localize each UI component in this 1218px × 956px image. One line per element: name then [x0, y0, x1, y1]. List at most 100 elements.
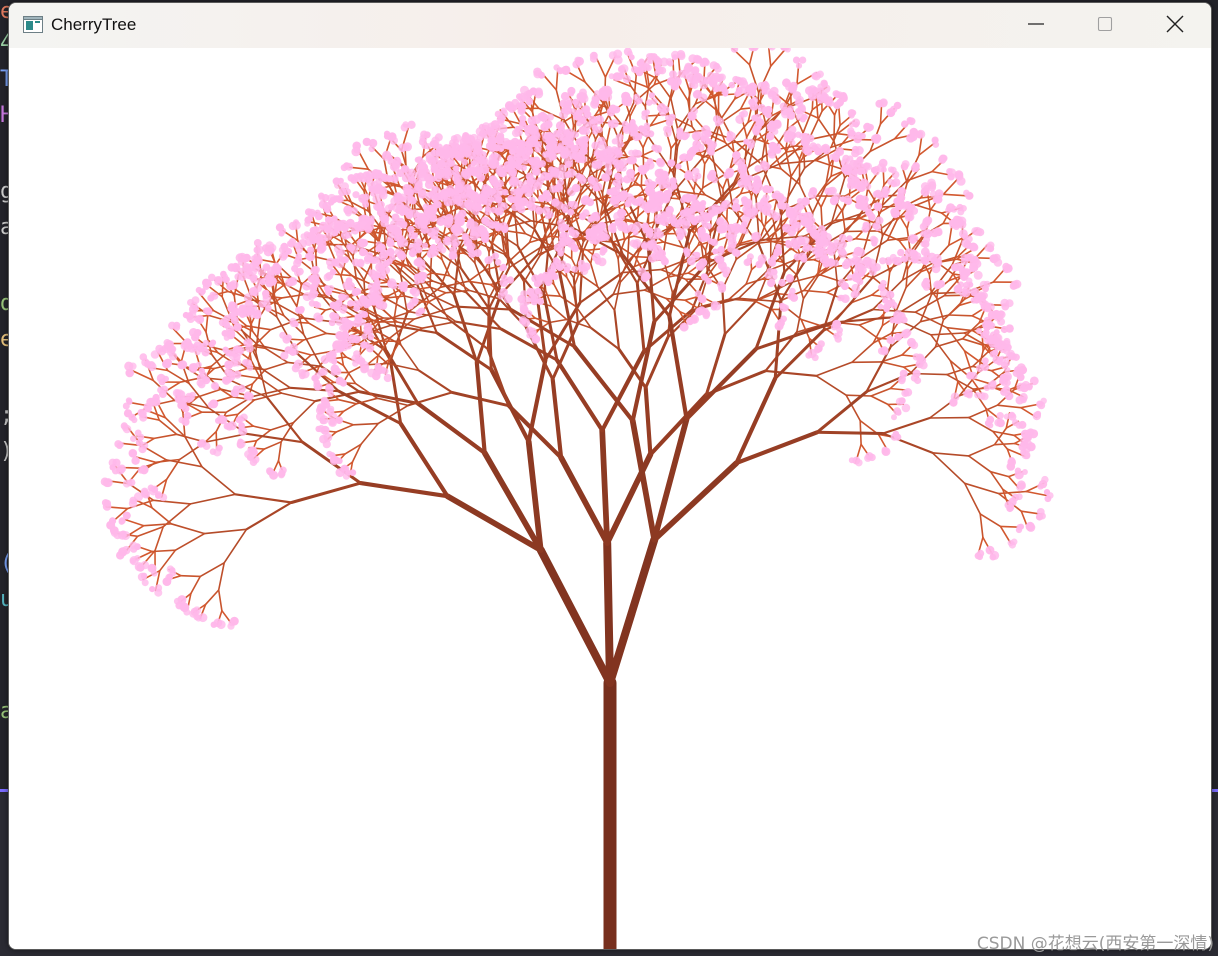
- blossom: [333, 456, 341, 464]
- blossom: [614, 172, 622, 181]
- tree-branch: [979, 513, 1002, 528]
- blossom: [199, 371, 208, 379]
- blossom: [185, 393, 195, 403]
- blossom: [493, 194, 502, 203]
- blossom: [421, 142, 429, 150]
- blossom: [881, 185, 891, 195]
- blossom: [307, 292, 316, 301]
- blossom: [712, 248, 719, 255]
- blossom: [818, 247, 828, 257]
- blossom: [785, 210, 794, 219]
- blossom: [581, 138, 588, 145]
- blossom: [725, 232, 732, 240]
- blossom: [904, 211, 913, 219]
- blossom: [901, 201, 908, 208]
- blossom: [552, 257, 560, 264]
- blossom: [374, 294, 381, 302]
- blossom: [848, 457, 855, 464]
- blossom: [576, 120, 583, 127]
- close-button[interactable]: [1140, 3, 1210, 48]
- tree-branch: [280, 293, 306, 299]
- tree-branch: [151, 506, 172, 525]
- maximize-button[interactable]: [1070, 3, 1140, 48]
- blossom: [864, 162, 872, 171]
- blossom: [298, 306, 305, 313]
- blossom: [378, 191, 386, 198]
- blossom: [710, 304, 718, 311]
- blossom: [743, 138, 750, 145]
- tree-branch: [858, 324, 879, 339]
- title-bar[interactable]: CherryTree: [9, 3, 1211, 48]
- blossom: [120, 422, 128, 430]
- tree-branch: [153, 433, 178, 440]
- blossom: [970, 297, 977, 304]
- blossom: [666, 205, 674, 214]
- tree-branch: [590, 326, 621, 351]
- tree-branch: [240, 374, 262, 380]
- blossom: [723, 171, 731, 179]
- blossom: [137, 572, 147, 582]
- tree-branch: [593, 187, 600, 217]
- blossom: [934, 281, 943, 289]
- blossom: [610, 119, 619, 128]
- blossom: [481, 216, 490, 225]
- blossom: [708, 210, 715, 218]
- blossom: [643, 205, 652, 214]
- blossom: [696, 307, 704, 315]
- blossom: [984, 419, 992, 427]
- tree-branch: [880, 361, 905, 368]
- blossom: [222, 377, 231, 386]
- tree-branch: [165, 459, 203, 468]
- blossom: [535, 275, 543, 282]
- tree-branch: [203, 528, 248, 535]
- blossom: [919, 223, 928, 231]
- blossom: [400, 123, 409, 132]
- blossom: [370, 273, 378, 281]
- blossom: [392, 227, 399, 234]
- blossom: [681, 194, 689, 202]
- blossom: [806, 226, 814, 234]
- blossom: [719, 225, 728, 234]
- blossom: [338, 187, 347, 197]
- blossom: [548, 166, 555, 173]
- blossom: [923, 229, 933, 239]
- blossom: [809, 187, 818, 196]
- blossom: [682, 247, 690, 254]
- blossom: [1004, 367, 1011, 374]
- blossom: [332, 177, 341, 186]
- tree-branch: [578, 250, 584, 304]
- tree-branch: [1025, 490, 1048, 497]
- blossom: [785, 239, 792, 246]
- blossom: [207, 401, 215, 409]
- blossom: [291, 220, 301, 230]
- blossom: [531, 335, 540, 344]
- blossom: [592, 211, 601, 220]
- blossom: [696, 204, 703, 212]
- blossom: [802, 245, 810, 253]
- blossom: [744, 198, 753, 206]
- blossom: [163, 358, 173, 368]
- blossom: [314, 302, 322, 309]
- blossom: [440, 190, 449, 200]
- blossom: [209, 448, 217, 456]
- blossom: [197, 440, 205, 448]
- tree-branch: [967, 404, 999, 419]
- blossom: [323, 205, 332, 214]
- blossom: [597, 136, 606, 145]
- blossom: [263, 247, 273, 257]
- blossom: [1008, 411, 1016, 419]
- minimize-button[interactable]: [1001, 3, 1071, 48]
- tree-branch: [152, 499, 192, 505]
- blossom: [740, 110, 749, 118]
- blossom: [832, 242, 841, 250]
- blossom: [754, 182, 763, 192]
- blossom: [383, 373, 392, 383]
- blossom: [621, 224, 631, 234]
- blossom: [462, 145, 469, 152]
- blossom: [515, 198, 524, 207]
- blossom: [368, 145, 375, 153]
- tree-branch: [596, 285, 616, 312]
- blossom: [137, 466, 145, 474]
- blossom: [195, 315, 205, 325]
- blossom: [233, 323, 242, 332]
